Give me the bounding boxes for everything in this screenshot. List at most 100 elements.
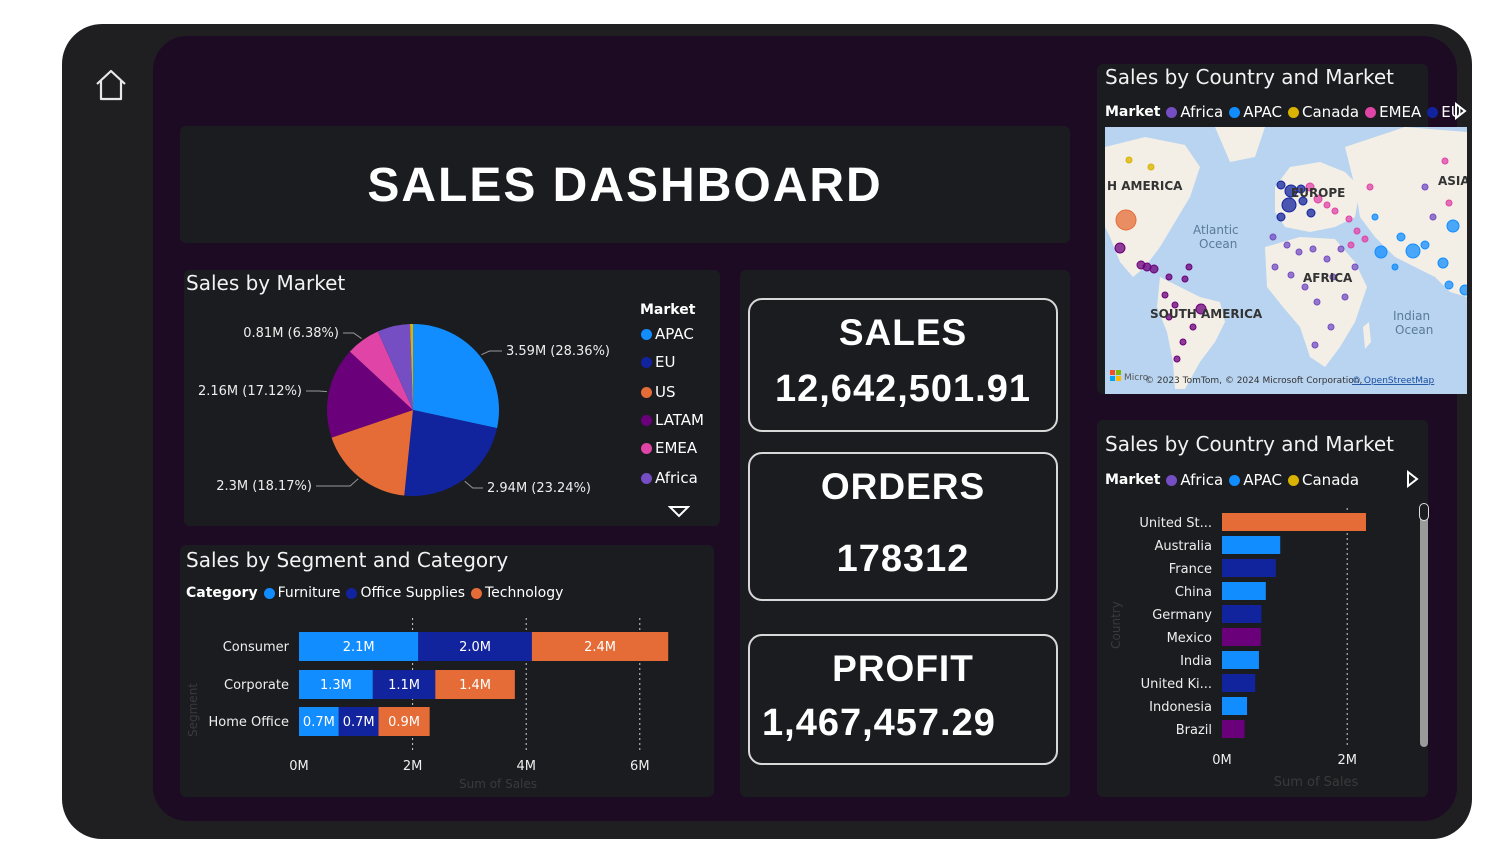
pie-legend-item[interactable]: US: [635, 383, 676, 401]
pie-legend-dot: [641, 356, 652, 368]
map-bubble: [1420, 240, 1430, 250]
segment-x-tick: 0M: [289, 759, 309, 774]
country-bar: [1222, 582, 1266, 600]
map-label-africa: AFRICA: [1303, 271, 1353, 285]
country-bar-chart: 0M 2M United St... Australia France China Germ…: [1109, 508, 1366, 790]
pie-data-label: 2.94M (23.24%): [487, 481, 591, 496]
map-legend-item[interactable]: Africa: [1180, 103, 1223, 121]
map-bubble: [1149, 264, 1159, 274]
map-bubble: [1353, 227, 1361, 235]
country-legend-title: Market: [1105, 472, 1161, 488]
pie-slice-apac: [413, 324, 499, 429]
pie-legend-label: APAC: [655, 325, 694, 343]
country-legend: Market Africa APAC Canada: [1105, 471, 1359, 489]
segment-bar-label: 1.1M: [388, 678, 420, 693]
segment-legend-item[interactable]: Office Supplies: [360, 585, 465, 601]
segment-legend-item[interactable]: Furniture: [278, 585, 341, 601]
country-bar: [1222, 536, 1281, 554]
segment-bar-label: 0.9M: [388, 715, 420, 730]
segment-bar-label: 1.3M: [320, 678, 352, 693]
map-bubble: [1173, 355, 1181, 363]
country-bar: [1222, 720, 1245, 738]
country-y-axis-title: Country: [1109, 601, 1123, 649]
pie-legend-item[interactable]: LATAM: [635, 411, 704, 429]
map-bubble: [1125, 156, 1133, 164]
map-bubble: [1371, 213, 1379, 221]
map-label-indian-2: Ocean: [1395, 323, 1433, 337]
map-attribution: © 2023 TomTom, © 2024 Microsoft Corporat…: [1145, 376, 1362, 386]
map-legend-dot: [1365, 106, 1377, 118]
pie-legend-dot: [641, 414, 652, 426]
map-bubble: [1331, 207, 1339, 215]
pie-legend-item[interactable]: Africa: [635, 469, 698, 487]
dashboard-title: SALES DASHBOARD: [367, 159, 883, 212]
map-bubble: [1115, 209, 1137, 231]
map-legend-item[interactable]: APAC: [1243, 103, 1282, 121]
country-x-axis-title: Sum of Sales: [1274, 775, 1359, 790]
pie-data-label: 2.3M (18.17%): [216, 479, 312, 494]
country-y-label: France: [1169, 562, 1212, 577]
country-bar: [1222, 674, 1256, 692]
map-bubble: [1161, 291, 1169, 299]
segment-bar-label: 2.4M: [584, 640, 616, 655]
pie-legend-label: EU: [655, 353, 676, 371]
sales-value: 12,642,501.91: [774, 368, 1031, 410]
map-legend-dot: [1166, 106, 1178, 118]
country-y-label: Australia: [1154, 539, 1212, 554]
orders-card: ORDERS 178312: [748, 452, 1058, 601]
map-bubble: [1295, 248, 1303, 256]
pie-data-label: 2.16M (17.12%): [198, 384, 302, 399]
pie-title: Sales by Market: [186, 271, 346, 295]
segment-x-axis-title: Sum of Sales: [459, 777, 537, 791]
sales-label: SALES: [838, 312, 968, 353]
country-legend-dot: [1229, 474, 1241, 486]
segment-bar-label: 0.7M: [303, 715, 335, 730]
home-icon[interactable]: [94, 68, 128, 102]
map-bubble: [1429, 213, 1437, 221]
pie-leader-line: [481, 350, 502, 356]
country-legend-item[interactable]: APAC: [1243, 471, 1282, 489]
map-label-asia: ASIA: [1438, 174, 1467, 188]
country-scrollbar[interactable]: [1420, 504, 1428, 747]
map-legend-item[interactable]: Canada: [1302, 103, 1359, 121]
map-bubble: [1287, 271, 1295, 279]
country-title: Sales by Country and Market: [1105, 432, 1395, 456]
map-bubble: [1445, 199, 1453, 207]
profit-card: PROFIT 1,467,457.29: [748, 634, 1058, 765]
pie-legend-item[interactable]: APAC: [635, 325, 694, 343]
map-bubble: [1276, 212, 1286, 222]
legend-scroll-down-icon[interactable]: [668, 505, 690, 519]
country-legend-dot: [1288, 474, 1300, 486]
segment-legend-item[interactable]: Technology: [485, 585, 563, 601]
map-attribution-link: © OpenStreetMap: [1352, 376, 1435, 386]
map-bubble: [1391, 263, 1399, 271]
legend-next-icon[interactable]: [1454, 102, 1468, 120]
map-legend-dot: [1229, 106, 1241, 118]
pie-legend-item[interactable]: EU: [635, 353, 675, 371]
country-scrollbar-thumb[interactable]: [1419, 503, 1429, 521]
pie-legend-dot: [641, 328, 652, 340]
pie-legend-label: LATAM: [655, 411, 704, 429]
pie-legend-dot: [641, 472, 652, 484]
world-map[interactable]: H AMERICA EUROPE ASIA Atlantic Ocean AFR…: [1105, 127, 1467, 394]
segment-y-axis-title: Segment: [186, 683, 200, 737]
map-bubble: [1351, 263, 1359, 271]
country-legend-item[interactable]: Africa: [1180, 471, 1223, 489]
country-legend-next-icon[interactable]: [1406, 470, 1420, 488]
segment-y-label: Corporate: [224, 678, 289, 693]
country-x-tick: 2M: [1337, 753, 1357, 768]
map-bubble: [1276, 180, 1286, 190]
map-bubble: [1185, 263, 1193, 271]
country-y-label: Germany: [1152, 608, 1212, 623]
country-legend-item[interactable]: Canada: [1302, 471, 1359, 489]
segment-x-tick: 2M: [403, 759, 423, 774]
segment-legend-dot: [346, 587, 358, 599]
map-bubble: [1396, 232, 1406, 242]
pie-legend-item[interactable]: EMEA: [635, 439, 697, 457]
pie-leader-line: [464, 480, 483, 489]
segment-y-label: Consumer: [223, 640, 290, 655]
pie-data-label: 3.59M (28.36%): [506, 344, 610, 359]
map-label-atlantic-1: Atlantic: [1193, 223, 1239, 237]
map-bubble: [1405, 243, 1421, 259]
map-legend-item[interactable]: EMEA: [1379, 103, 1421, 121]
